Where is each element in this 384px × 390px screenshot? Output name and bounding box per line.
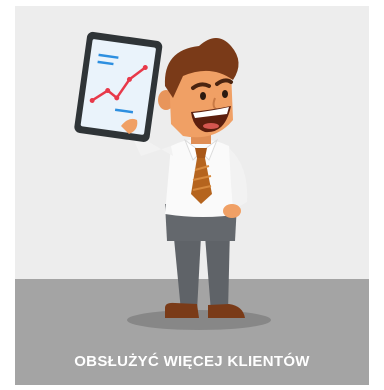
right-shoe xyxy=(208,304,245,318)
floor-shadow xyxy=(127,310,271,330)
caption: OBSŁUŻYĆ WIĘCEJ KLIENTÓW xyxy=(74,353,310,370)
tablet xyxy=(74,31,163,142)
left-shoe xyxy=(165,302,199,318)
trousers xyxy=(165,204,237,312)
businessman-illustration xyxy=(74,31,271,330)
illustration-card: OBSŁUŻYĆ WIĘCEJ KLIENTÓW xyxy=(15,6,369,385)
right-hand xyxy=(223,204,241,218)
